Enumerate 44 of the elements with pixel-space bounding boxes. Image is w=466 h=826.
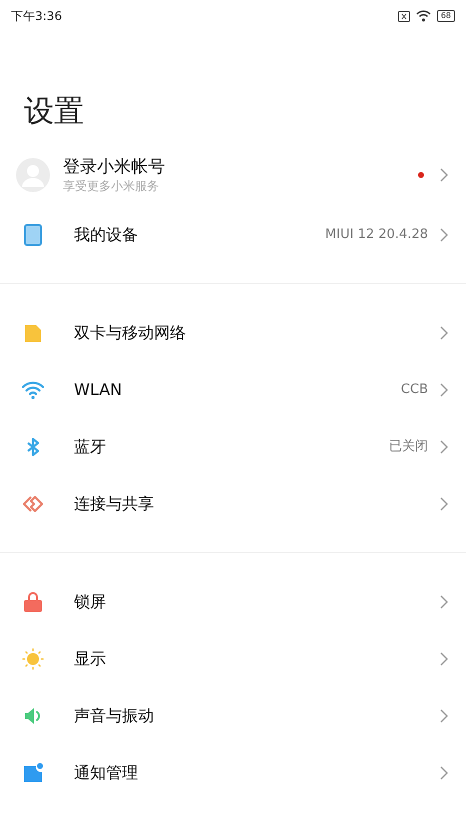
chevron-right-icon (440, 766, 448, 780)
chevron-right-icon (440, 594, 448, 608)
settings-row[interactable]: 蓝牙 已关闭 (0, 418, 466, 475)
battery-indicator: 68 (436, 10, 455, 22)
account-name: 登录小米帐号 (63, 156, 166, 178)
settings-row[interactable]: WLAN CCB (0, 361, 466, 418)
settings-row[interactable]: 连接与共享 (0, 475, 466, 532)
sun-icon (22, 648, 44, 670)
settings-row[interactable]: 声音与振动 (0, 687, 466, 744)
settings-row[interactable]: 锁屏 (0, 573, 466, 630)
row-label: 蓝牙 (74, 436, 107, 458)
row-value: CCB (400, 380, 428, 399)
account-subtitle: 享受更多小米服务 (63, 178, 160, 194)
chevron-right-icon (440, 228, 448, 242)
row-label: 锁屏 (74, 590, 107, 612)
row-label: 我的设备 (74, 224, 139, 246)
chevron-right-icon (440, 496, 448, 510)
no-sim-icon (398, 10, 410, 22)
tablet-icon (22, 224, 44, 246)
chevron-right-icon (440, 440, 448, 454)
lock-icon (22, 590, 44, 612)
row-value: MIUI 12 20.4.28 (325, 226, 428, 244)
row-label: 显示 (74, 648, 107, 670)
row-label: 通知管理 (74, 762, 139, 784)
chevron-right-icon (440, 708, 448, 722)
page-title: 设置 (23, 94, 85, 130)
row-label: WLAN (74, 378, 124, 400)
wifi-signal-icon (416, 10, 431, 22)
wifi-icon (22, 378, 44, 400)
notification-icon (22, 762, 44, 784)
chevron-right-icon (440, 652, 448, 666)
chevron-right-icon (440, 382, 448, 396)
row-value: 已关闭 (389, 438, 428, 456)
settings-row[interactable]: 我的设备 MIUI 12 20.4.28 (0, 206, 466, 263)
settings-row[interactable]: 双卡与移动网络 (0, 304, 466, 361)
row-label: 声音与振动 (74, 704, 155, 726)
settings-row[interactable]: 显示 (0, 630, 466, 687)
account-row[interactable]: 登录小米帐号 享受更多小米服务 (0, 144, 466, 206)
chevron-right-icon (440, 326, 448, 340)
row-label: 连接与共享 (74, 492, 155, 514)
status-time: 下午3:36 (11, 8, 62, 25)
row-label: 双卡与移动网络 (74, 322, 187, 344)
settings-row[interactable]: 通知管理 (0, 744, 466, 801)
chevron-right-icon (440, 168, 448, 182)
